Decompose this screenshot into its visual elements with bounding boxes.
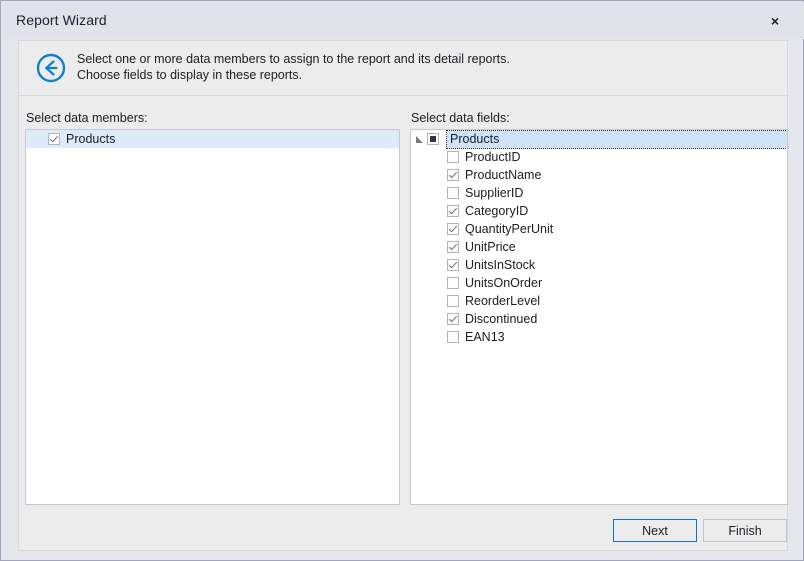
checkbox-icon[interactable] [48, 133, 60, 145]
checkbox-icon[interactable] [447, 295, 459, 307]
list-item-label: Products [66, 132, 116, 146]
tree-item-row[interactable]: EAN13 [411, 328, 787, 346]
window-title: Report Wizard [16, 12, 107, 28]
tree-item-row[interactable]: UnitPrice [411, 238, 787, 256]
tree-item-label: EAN13 [465, 330, 505, 344]
tree-item-row[interactable]: CategoryID [411, 202, 787, 220]
list-item[interactable]: Products [26, 130, 399, 148]
tree-item-label: UnitsOnOrder [465, 276, 543, 290]
wizard-body-panel: Select data members: Select data fields:… [18, 96, 788, 551]
checkbox-icon[interactable] [447, 151, 459, 163]
checkbox-icon[interactable] [447, 259, 459, 271]
checkbox-icon[interactable] [447, 313, 459, 325]
tree-item-label: ProductName [465, 168, 542, 182]
window-title-bar: Report Wizard × [2, 2, 804, 39]
tree-item-row[interactable]: SupplierID [411, 184, 787, 202]
tree-item-label: ProductID [465, 150, 521, 164]
back-arrow-circle-icon[interactable] [33, 50, 69, 86]
checkbox-icon[interactable] [447, 205, 459, 217]
tree-item-label: CategoryID [465, 204, 529, 218]
data-fields-listbox[interactable]: Products ProductID ProductName SupplierI… [410, 129, 788, 505]
tree-item-row[interactable]: UnitsInStock [411, 256, 787, 274]
tree-item-row[interactable]: QuantityPerUnit [411, 220, 787, 238]
checkbox-icon[interactable] [447, 277, 459, 289]
wizard-instructions: Select one or more data members to assig… [77, 52, 510, 82]
tree-item-label: Discontinued [465, 312, 538, 326]
checkbox-icon[interactable] [447, 187, 459, 199]
tree-root-label: Products [450, 132, 500, 146]
tree-item-row[interactable]: UnitsOnOrder [411, 274, 787, 292]
data-members-label: Select data members: [26, 111, 148, 125]
next-button[interactable]: Next [613, 519, 697, 542]
checkbox-icon[interactable] [447, 223, 459, 235]
data-members-listbox[interactable]: Products [25, 129, 400, 505]
tree-item-row[interactable]: ReorderLevel [411, 292, 787, 310]
data-fields-label: Select data fields: [411, 111, 510, 125]
tree-item-row[interactable]: ProductName [411, 166, 787, 184]
tree-item-label: UnitPrice [465, 240, 516, 254]
tree-item-label: UnitsInStock [465, 258, 536, 272]
checkbox-icon[interactable] [447, 241, 459, 253]
checkbox-icon[interactable] [427, 133, 439, 145]
checkbox-icon[interactable] [447, 169, 459, 181]
tree-item-label: SupplierID [465, 186, 524, 200]
close-icon[interactable]: × [758, 8, 792, 34]
tree-item-label: ReorderLevel [465, 294, 541, 308]
tree-item-row[interactable]: Discontinued [411, 310, 787, 328]
report-wizard-window: Report Wizard × Select one or more data … [0, 0, 804, 561]
tree-item-label: QuantityPerUnit [465, 222, 554, 236]
checkbox-icon[interactable] [447, 331, 459, 343]
wizard-header-panel: Select one or more data members to assig… [18, 40, 788, 96]
tree-item-row[interactable]: ProductID [411, 148, 787, 166]
collapse-triangle-icon[interactable] [415, 135, 424, 144]
finish-button[interactable]: Finish [703, 519, 787, 542]
tree-root-row[interactable]: Products [411, 130, 787, 149]
